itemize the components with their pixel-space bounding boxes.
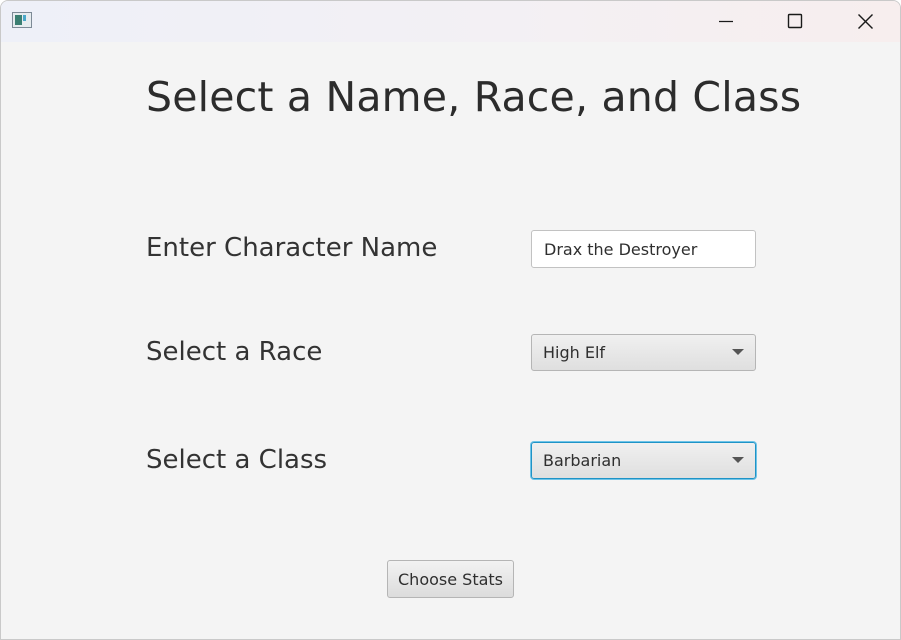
class-selected-value: Barbarian xyxy=(543,451,622,470)
choose-stats-button[interactable]: Choose Stats xyxy=(387,560,514,598)
java-app-icon xyxy=(12,12,32,28)
app-window: Select a Name, Race, and Class Enter Cha… xyxy=(0,0,901,640)
maximize-button[interactable] xyxy=(771,1,817,42)
race-label: Select a Race xyxy=(146,337,323,367)
minimize-button[interactable] xyxy=(702,1,748,42)
class-label: Select a Class xyxy=(146,445,328,475)
race-selected-value: High Elf xyxy=(543,343,606,362)
character-name-input[interactable] xyxy=(531,230,756,268)
minimize-icon xyxy=(719,20,733,23)
chevron-down-icon xyxy=(732,349,744,355)
character-name-label: Enter Character Name xyxy=(146,233,438,263)
race-dropdown[interactable]: High Elf xyxy=(531,334,756,371)
chevron-down-icon xyxy=(732,457,744,463)
close-button[interactable] xyxy=(842,1,888,42)
page-title: Select a Name, Race, and Class xyxy=(146,73,802,121)
title-bar[interactable] xyxy=(1,1,900,42)
maximize-icon xyxy=(787,13,803,29)
class-dropdown[interactable]: Barbarian xyxy=(531,442,756,479)
close-icon xyxy=(858,14,873,29)
